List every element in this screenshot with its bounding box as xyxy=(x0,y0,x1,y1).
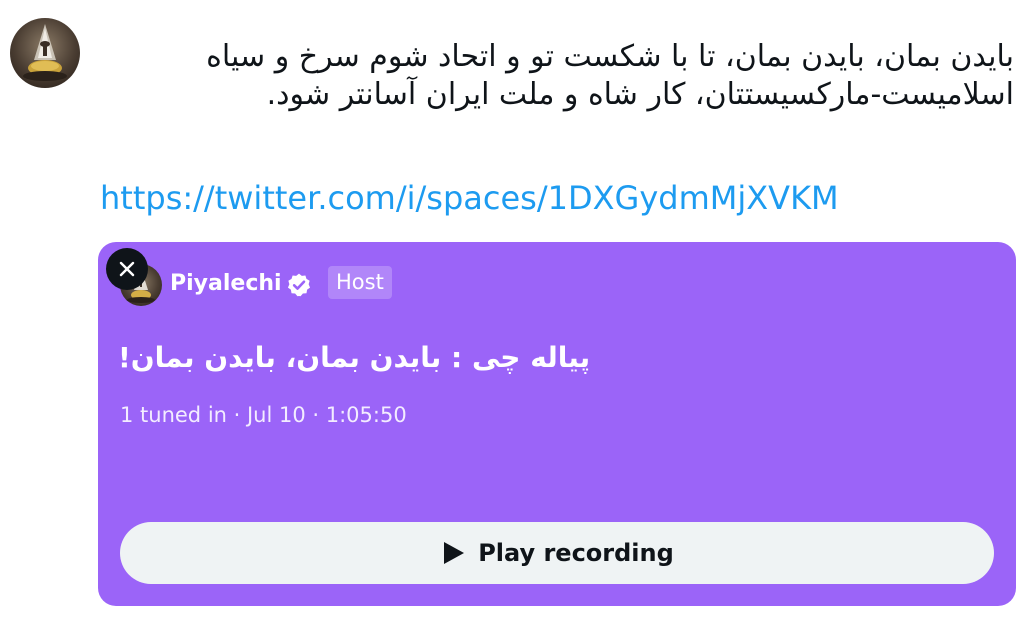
space-link[interactable]: https://twitter.com/i/spaces/1DXGydmMjXV… xyxy=(100,176,839,220)
play-recording-label: Play recording xyxy=(478,539,674,567)
play-icon xyxy=(444,542,465,564)
tweet-text: بایدن بمان، بایدن بمان، تا با شکست تو و … xyxy=(206,39,1014,112)
author-avatar[interactable] xyxy=(10,18,80,88)
tweet-container: بایدن بمان، بایدن بمان، تا با شکست تو و … xyxy=(0,0,1024,617)
space-meta: 1 tuned in · Jul 10 · 1:05:50 xyxy=(120,403,407,427)
space-title: پیاله چی : بایدن بمان، بایدن بمان! xyxy=(118,341,591,374)
host-badge: Host xyxy=(328,266,392,299)
verified-badge-icon xyxy=(287,273,311,297)
close-icon xyxy=(119,261,135,277)
avatar-image xyxy=(23,24,67,81)
close-button[interactable] xyxy=(106,248,148,290)
host-name[interactable]: Piyalechi xyxy=(170,268,282,300)
play-recording-button[interactable]: Play recording xyxy=(120,522,994,584)
